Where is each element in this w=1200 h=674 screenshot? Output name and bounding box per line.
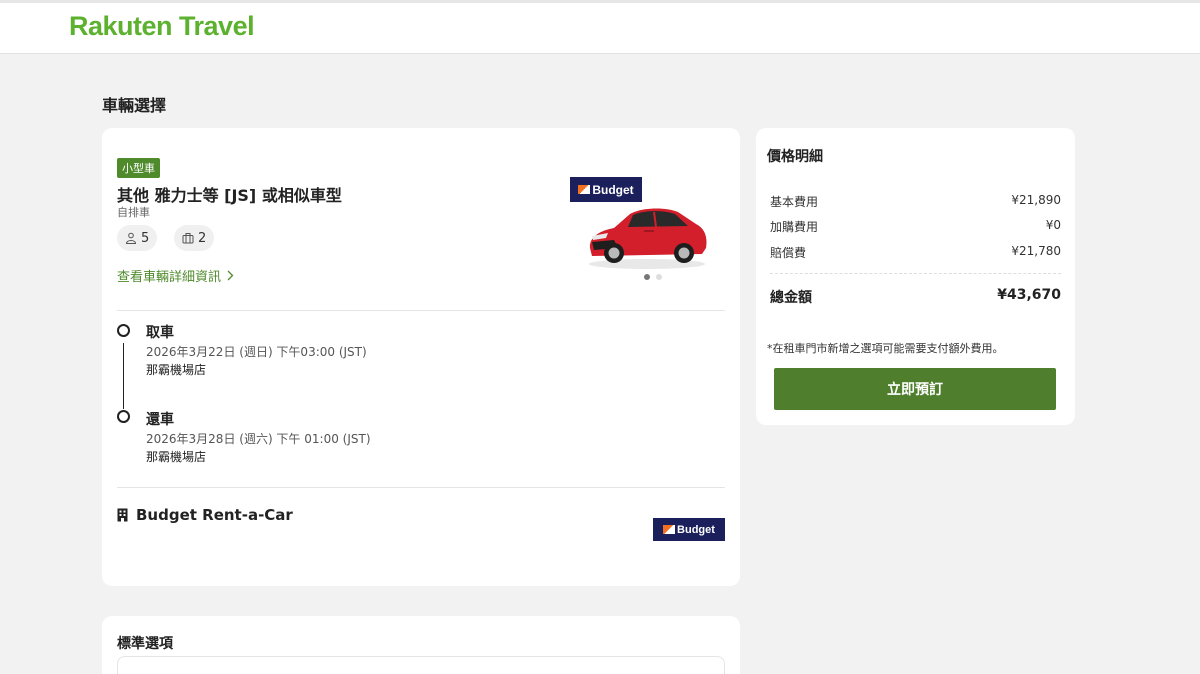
top-navigation-bar: Rakuten Travel	[0, 0, 1200, 54]
book-now-button[interactable]: 立即預訂	[774, 368, 1056, 410]
car-name: 其他 雅力士等 [JS] 或相似車型	[117, 186, 342, 205]
standard-options-list	[117, 656, 725, 674]
vendor-budget-logo: Budget	[653, 518, 725, 541]
vendor-info: Budget Rent-a-Car	[117, 506, 293, 524]
price-breakdown-title: 價格明細	[767, 149, 823, 165]
image-carousel-dots	[644, 274, 662, 280]
pickup-location: 那霸機場店	[146, 363, 207, 377]
luggage-count: 2	[198, 230, 207, 246]
section-divider	[117, 310, 725, 311]
chevron-right-icon	[227, 270, 234, 281]
page-title: 車輛選擇	[102, 96, 167, 115]
pickup-timeline-dot	[117, 324, 130, 337]
dropoff-location: 那霸機場店	[146, 450, 207, 464]
section-divider	[117, 487, 725, 488]
pickup-title: 取車	[146, 325, 174, 341]
luggage-icon	[182, 233, 194, 244]
person-icon	[125, 232, 137, 244]
carousel-dot-1[interactable]	[644, 274, 650, 280]
price-row-value: ¥21,890	[1011, 193, 1061, 207]
car-category-badge: 小型車	[117, 158, 160, 178]
budget-mark-icon	[663, 525, 676, 534]
view-car-details-link[interactable]: 查看車輛詳細資訊	[117, 266, 234, 285]
price-divider	[770, 273, 1061, 274]
standard-options-card: 標準選項	[102, 616, 740, 674]
price-row-label: 加購費用	[770, 220, 819, 234]
budget-logo-text: Budget	[592, 182, 634, 197]
view-car-details-label: 查看車輛詳細資訊	[117, 270, 222, 285]
extra-fee-note: *在租車門市新增之選項可能需要支付額外費用。	[767, 342, 1004, 355]
pickup-datetime: 2026年3月22日 (週日) 下午03:00 (JST)	[146, 345, 367, 359]
building-icon	[117, 508, 128, 522]
price-row-label: 賠償費	[770, 246, 807, 260]
budget-logo-text: Budget	[677, 523, 715, 536]
timeline-connector	[123, 343, 124, 409]
budget-mark-icon	[578, 185, 591, 194]
total-label: 總金額	[770, 290, 812, 306]
standard-options-title: 標準選項	[117, 636, 173, 652]
dropoff-datetime: 2026年3月28日 (週六) 下午 01:00 (JST)	[146, 432, 371, 446]
price-breakdown-card: 價格明細 基本費用 ¥21,890 加購費用 ¥0 賠償費 ¥21,780 總金…	[756, 128, 1075, 425]
price-row-addon: 加購費用 ¥0	[770, 218, 1061, 235]
luggage-capacity-pill: 2	[174, 225, 215, 251]
total-value: ¥43,670	[997, 287, 1061, 303]
seat-count: 5	[141, 230, 150, 246]
price-row-base: 基本費用 ¥21,890	[770, 193, 1061, 210]
vendor-name: Budget Rent-a-Car	[136, 506, 293, 524]
transmission-label: 自排車	[117, 206, 150, 219]
dropoff-timeline-dot	[117, 410, 130, 423]
car-image[interactable]	[584, 198, 710, 270]
price-row-value: ¥21,780	[1011, 244, 1061, 258]
car-selection-card: 小型車 其他 雅力士等 [JS] 或相似車型 自排車 5 2 查看車輛詳細資訊 …	[102, 128, 740, 586]
total-price-row: 總金額 ¥43,670	[770, 287, 1061, 307]
dropoff-title: 還車	[146, 412, 174, 428]
seat-capacity-pill: 5	[117, 225, 158, 251]
price-row-label: 基本費用	[770, 195, 819, 209]
carousel-dot-2[interactable]	[656, 274, 662, 280]
price-row-value: ¥0	[1045, 218, 1061, 232]
price-row-compensation: 賠償費 ¥21,780	[770, 244, 1061, 261]
rakuten-travel-logo[interactable]: Rakuten Travel	[69, 11, 255, 42]
